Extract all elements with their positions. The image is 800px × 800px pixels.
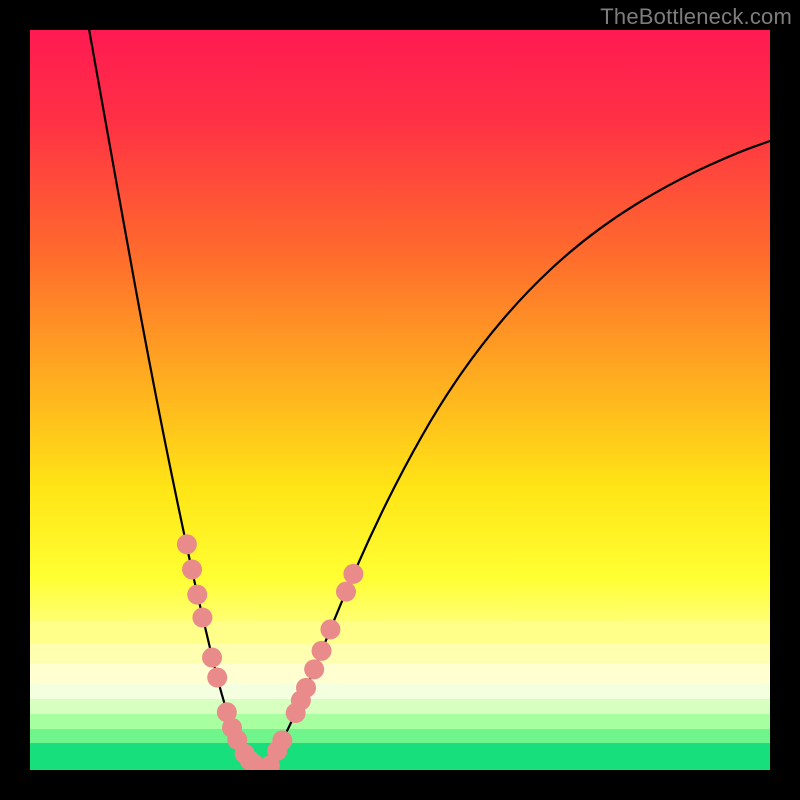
data-marker <box>343 564 363 584</box>
data-marker <box>177 534 197 554</box>
data-marker <box>182 559 202 579</box>
data-marker <box>320 619 340 639</box>
data-marker <box>187 585 207 605</box>
chart-frame: TheBottleneck.com <box>0 0 800 800</box>
curve-layer <box>30 30 770 770</box>
data-marker <box>192 608 212 628</box>
watermark-text: TheBottleneck.com <box>600 4 792 30</box>
series-right-branch <box>262 141 770 769</box>
data-marker <box>202 648 222 668</box>
series-left-branch <box>89 30 261 769</box>
data-marker <box>296 678 316 698</box>
data-marker <box>304 659 324 679</box>
data-marker <box>207 668 227 688</box>
plot-area <box>30 30 770 770</box>
data-marker <box>312 641 332 661</box>
data-marker <box>336 582 356 602</box>
data-marker <box>272 730 292 750</box>
